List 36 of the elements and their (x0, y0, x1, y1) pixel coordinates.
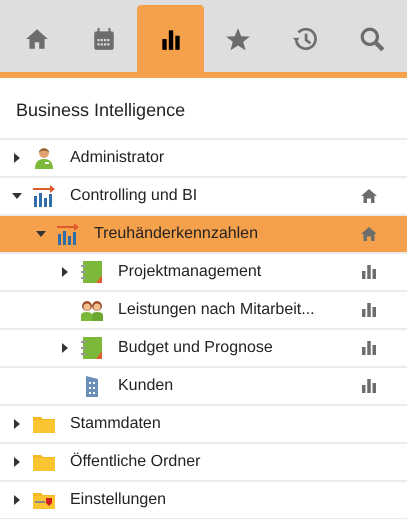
tree-item[interactable]: Öffentliche Ordner (0, 444, 407, 482)
item-label: Kunden (118, 376, 174, 396)
user-icon (32, 146, 56, 170)
item-label: Controlling und BI (70, 186, 198, 206)
item-label: Administrator (70, 148, 164, 168)
caret-icon[interactable] (60, 266, 70, 277)
tab[interactable] (137, 5, 204, 72)
notebook-icon (80, 336, 104, 360)
bar-chart-icon (32, 184, 56, 208)
tree-item[interactable]: Projektmanagement (0, 254, 407, 292)
caret-icon[interactable] (12, 494, 22, 505)
panel-title: Business Intelligence (0, 78, 407, 140)
tree-item[interactable]: Stammdaten (0, 406, 407, 444)
tree-item[interactable]: Treuhänderkennzahlen (0, 216, 407, 254)
bar-chart-icon (56, 222, 80, 246)
caret-icon[interactable] (60, 342, 70, 353)
tree-item[interactable]: Einstellungen (0, 482, 407, 519)
caret-icon[interactable] (12, 190, 22, 201)
search-icon (358, 26, 384, 52)
item-label: Einstellungen (70, 490, 166, 510)
tree-item[interactable]: Administrator (0, 140, 407, 178)
tree-item[interactable]: Kunden (0, 368, 407, 406)
item-label: Budget und Prognose (118, 338, 273, 358)
item-label: Leistungen nach Mitarbeit... (118, 300, 315, 320)
item-label: Treuhänderkennzahlen (94, 224, 258, 244)
caret-icon[interactable] (12, 418, 22, 429)
tree-item[interactable]: Leistungen nach Mitarbeit... (0, 292, 407, 330)
item-label: Projektmanagement (118, 262, 262, 282)
item-label: Öffentliche Ordner (70, 452, 200, 472)
item-label: Stammdaten (70, 414, 161, 434)
history-icon (292, 26, 318, 52)
notebook-icon (80, 260, 104, 284)
caret-icon[interactable] (36, 228, 46, 239)
caret-icon[interactable] (12, 456, 22, 467)
tree-item[interactable]: Budget und Prognose (0, 330, 407, 368)
caret-icon[interactable] (12, 152, 22, 163)
